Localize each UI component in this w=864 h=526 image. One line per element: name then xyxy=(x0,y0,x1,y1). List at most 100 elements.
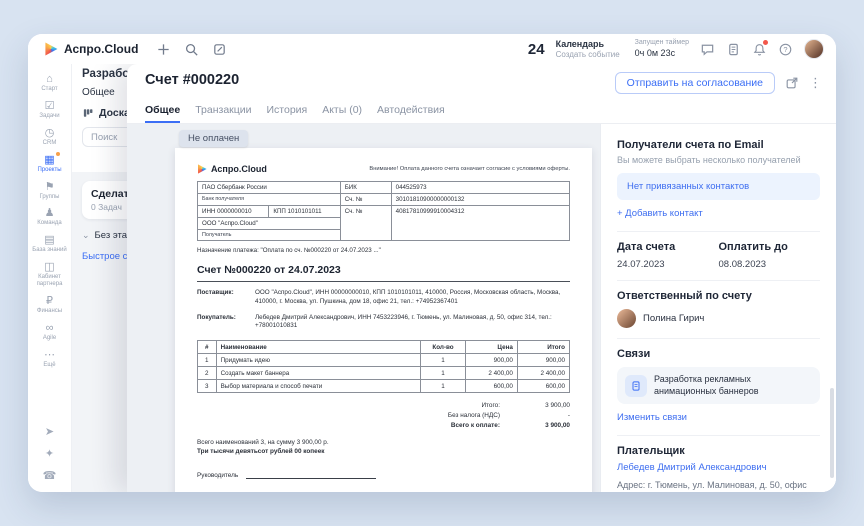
sidebar-item-groups[interactable]: ⚑ Группы xyxy=(28,178,72,204)
signature-line xyxy=(246,472,376,479)
invoice-document: Аспро.Cloud Внимание! Оплата данного сче… xyxy=(175,148,592,492)
rocket-icon[interactable]: ➤ xyxy=(45,425,54,438)
sidebar-item-start[interactable]: ⌂ Старт xyxy=(28,70,72,96)
app-logo-icon xyxy=(44,42,58,56)
send-for-approval-button[interactable]: Отправить на согласование xyxy=(615,72,775,94)
table-row: 3 Выбор материала и способ печати 1 600,… xyxy=(198,380,570,393)
doc-offer-warning: Внимание! Оплата данного счета означает … xyxy=(369,164,570,172)
svg-text:?: ? xyxy=(783,45,787,54)
invoice-modal: Счет #000220 Отправить на согласование ⋮… xyxy=(127,64,836,492)
supplier-row: Поставщик: ООО "Аспро.Cloud", ИНН 000000… xyxy=(197,289,570,307)
scrollbar-thumb[interactable] xyxy=(830,388,834,478)
search-icon[interactable] xyxy=(184,42,199,57)
sidebar-item-crm[interactable]: ◷ CRM xyxy=(28,124,72,150)
tab-acts[interactable]: Акты (0) xyxy=(322,101,362,123)
sidebar-item-knowledge-base[interactable]: ▤ База знаний xyxy=(28,231,72,257)
sidebar-item-projects[interactable]: ▦ Проекты xyxy=(28,151,72,177)
sidebar-item-partner-cabinet[interactable]: ◫ Кабинет партнера xyxy=(28,258,72,291)
phone-icon[interactable]: ☎ xyxy=(43,469,57,482)
timer-value: 0ч 0м 23с xyxy=(635,48,689,59)
no-contacts-notice[interactable]: Нет привязанных контактов xyxy=(617,173,820,200)
timer-label: Запущен таймер xyxy=(635,39,689,47)
invoice-modal-body: Не оплачен Аспро.Cloud Внимание! Оплата … xyxy=(127,124,836,492)
table-row: 2 Создать макет баннера 1 2 400,00 2 400… xyxy=(198,367,570,380)
related-project-card[interactable]: Разработка рекламных анимационных баннер… xyxy=(617,367,820,404)
invoice-date-value: 24.07.2023 xyxy=(617,259,719,270)
projects-badge-dot xyxy=(56,152,60,156)
due-date-value: 08.08.2023 xyxy=(719,259,821,270)
calendar-subtitle: Создать событие xyxy=(556,50,620,59)
topbar-right: 24 Календарь Создать событие Запущен тай… xyxy=(528,39,824,59)
sidebar-item-more[interactable]: ⋯ Ещё xyxy=(28,346,72,372)
project-tab-general[interactable]: Общее xyxy=(82,87,115,98)
rail-bottom-icons: ➤ ✦ ☎ xyxy=(43,425,57,482)
invoice-tabs: Общее Транзакции История Акты (0) Автоде… xyxy=(127,101,836,124)
timer-widget[interactable]: Запущен таймер 0ч 0м 23с xyxy=(635,39,689,58)
payer-section: Плательщик Лебедев Дмитрий Александрович… xyxy=(617,436,820,492)
tab-transactions[interactable]: Транзакции xyxy=(195,101,251,123)
invoice-totals: Итого: 3 900,00 Без налога (НДС) - Всего… xyxy=(380,400,570,430)
app-brand-label: Аспро.Cloud xyxy=(64,42,138,56)
project-doc-icon xyxy=(625,375,647,397)
edit-relations-link[interactable]: Изменить связи xyxy=(617,412,687,423)
notes-icon[interactable] xyxy=(726,42,741,57)
payer-name-link[interactable]: Лебедев Дмитрий Александрович xyxy=(617,462,767,473)
kanban-icon xyxy=(82,107,94,119)
doc-brand: Аспро.Cloud xyxy=(197,164,267,174)
finance-icon: ₽ xyxy=(46,295,53,307)
sidebar-item-finance[interactable]: ₽ Финансы xyxy=(28,292,72,318)
project-tab-label: Разрабо xyxy=(82,68,129,80)
partner-cabinet-icon: ◫ xyxy=(44,261,54,273)
projects-icon: ▦ xyxy=(44,154,54,166)
sidebar-item-team[interactable]: ♟ Команда xyxy=(28,204,72,230)
invoice-modal-header: Счет #000220 Отправить на согласование ⋮ xyxy=(127,64,836,94)
plus-icon[interactable] xyxy=(156,42,171,57)
chat-icon[interactable] xyxy=(700,42,715,57)
email-recipients-section: Получатели счета по Email Вы можете выбр… xyxy=(617,130,820,232)
home-icon: ⌂ xyxy=(46,73,53,85)
invoice-date-label: Дата счета xyxy=(617,241,719,253)
topbar-tool-icons: ? xyxy=(700,42,793,57)
signature-row: Руководитель xyxy=(197,472,570,479)
add-contact-link[interactable]: + Добавить контакт xyxy=(617,208,703,219)
board-view-label: Доска xyxy=(99,107,130,119)
help-icon[interactable]: ? xyxy=(778,42,793,57)
quick-note-icon[interactable] xyxy=(212,42,227,57)
team-icon: ♟ xyxy=(45,207,55,219)
sidebar-item-agile[interactable]: ∞ Agile xyxy=(28,319,72,345)
app-brand[interactable]: Аспро.Cloud xyxy=(44,42,138,56)
sidebar-item-tasks[interactable]: ☑ Задачи xyxy=(28,97,72,123)
responsible-name: Полина Гирич xyxy=(643,313,704,324)
responsible-user[interactable]: Полина Гирич xyxy=(617,309,820,328)
user-avatar[interactable] xyxy=(804,39,824,59)
open-external-icon[interactable] xyxy=(785,76,799,90)
buyer-row: Покупатель: Лебедев Дмитрий Александрови… xyxy=(197,314,570,332)
status-badge: Не оплачен xyxy=(179,130,248,147)
invoice-actions: Отправить на согласование ⋮ xyxy=(615,72,822,94)
document-preview-area: Не оплачен Аспро.Cloud Внимание! Оплата … xyxy=(127,124,600,492)
calendar-day-number[interactable]: 24 xyxy=(528,41,545,58)
calendar-title: Календарь xyxy=(556,39,620,49)
tab-automations[interactable]: Автодействия xyxy=(377,101,445,123)
app-window: Аспро.Cloud 24 Календарь Создать событие… xyxy=(28,34,836,492)
invoice-title: Счет №000220 от 24.07.2023 xyxy=(197,264,570,282)
invoice-details-panel: Получатели счета по Email Вы можете выбр… xyxy=(600,124,836,492)
due-date-label: Оплатить до xyxy=(719,241,821,253)
tab-general[interactable]: Общее xyxy=(145,101,180,123)
gift-icon[interactable]: ✦ xyxy=(45,447,54,460)
kebab-menu-icon[interactable]: ⋮ xyxy=(809,76,822,90)
table-row: 1 Придумать идею 1 900,00 900,00 xyxy=(198,354,570,367)
relations-section: Связи Разработка рекламных анимационных … xyxy=(617,339,820,436)
topbar: Аспро.Cloud 24 Календарь Создать событие… xyxy=(28,34,836,64)
bell-icon[interactable] xyxy=(752,42,767,57)
crm-icon: ◷ xyxy=(45,127,55,139)
bank-details-table: ПАО Сбербанк России БИК 044525973 Банк п… xyxy=(197,181,570,241)
invoice-dates-section: Дата счета 24.07.2023 Оплатить до 08.08.… xyxy=(617,232,820,281)
amount-in-words: Три тысячи девятьсот рублей 00 копеек xyxy=(197,448,570,455)
related-project-name: Разработка рекламных анимационных баннер… xyxy=(654,374,812,397)
tab-history[interactable]: История xyxy=(267,101,308,123)
calendar-widget[interactable]: Календарь Создать событие xyxy=(556,39,620,59)
agile-icon: ∞ xyxy=(46,322,54,334)
tasks-icon: ☑ xyxy=(45,100,55,112)
knowledge-base-icon: ▤ xyxy=(44,234,54,246)
